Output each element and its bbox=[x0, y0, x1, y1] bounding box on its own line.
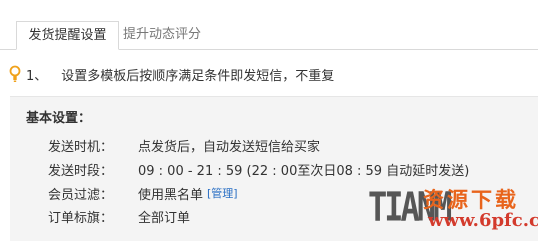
lightbulb-icon bbox=[9, 65, 21, 82]
watermark-url: www.6pfc.cn bbox=[428, 210, 538, 231]
tip-text: 设置多模板后按顺序满足条件即发短信，不重复 bbox=[61, 68, 335, 84]
watermark: TIANM 资源下载 www.6pfc.cn bbox=[368, 180, 538, 241]
member-filter-row: 会员过滤： 使用黑名单 [管理] bbox=[48, 184, 238, 203]
tip-number: 1、 bbox=[26, 68, 48, 84]
send-timing-value: 点发货后，自动发送短信给买家 bbox=[138, 139, 321, 155]
member-filter-value: 使用黑名单 bbox=[138, 187, 204, 203]
send-timing-row: 发送时机： 点发货后，自动发送短信给买家 bbox=[48, 136, 321, 155]
order-flag-label: 订单标旗： bbox=[48, 210, 114, 226]
manage-blacklist-link[interactable]: [管理] bbox=[207, 185, 238, 201]
order-flag-value: 全部订单 bbox=[138, 210, 191, 226]
send-timing-label: 发送时机： bbox=[48, 139, 114, 155]
send-period-label: 发送时段： bbox=[48, 163, 114, 179]
send-period-row: 发送时段： 09 : 00 - 21 : 59 (22 : 00至次日08 : … bbox=[48, 160, 470, 179]
section-title: 基本设置： bbox=[26, 111, 92, 126]
tab-improve-dynamic-rating[interactable]: 提升动态评分 bbox=[123, 21, 201, 50]
member-filter-label: 会员过滤： bbox=[48, 187, 114, 203]
tab-bar: 发货提醒设置 提升动态评分 bbox=[0, 0, 538, 50]
tab-shipping-reminder-settings[interactable]: 发货提醒设置 bbox=[16, 21, 119, 50]
tip-row: 1、 设置多模板后按顺序满足条件即发短信，不重复 bbox=[9, 64, 334, 84]
send-period-value: 09 : 00 - 21 : 59 (22 : 00至次日08 : 59 自动延… bbox=[138, 163, 470, 179]
order-flag-row: 订单标旗： 全部订单 bbox=[48, 207, 191, 226]
